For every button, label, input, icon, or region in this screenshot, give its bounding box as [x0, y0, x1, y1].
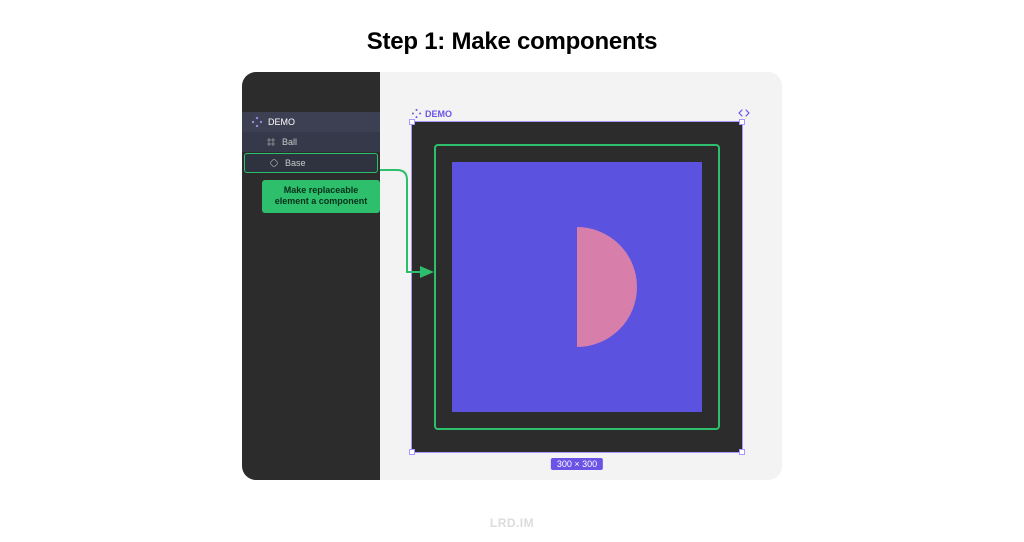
layer-row-ball[interactable]: Ball: [242, 132, 380, 152]
layer-row-demo[interactable]: DEMO: [242, 112, 380, 132]
layer-label: Ball: [282, 137, 297, 147]
frame-label-text: DEMO: [425, 109, 452, 119]
selection-handle[interactable]: [739, 119, 745, 125]
selection-handle[interactable]: [409, 119, 415, 125]
design-canvas[interactable]: DEMO 300 × 300: [380, 72, 782, 480]
frame-icon: [266, 137, 276, 147]
frame-label-bar: DEMO: [412, 108, 750, 120]
selection-handle[interactable]: [409, 449, 415, 455]
layers-sidebar: DEMO Ball Base Make replaceable element …: [242, 72, 380, 480]
selection-handle[interactable]: [739, 449, 745, 455]
component-icon: [412, 109, 421, 120]
layer-row-base[interactable]: Base: [244, 153, 378, 173]
page-title: Step 1: Make components: [0, 28, 1024, 56]
layer-label: DEMO: [268, 117, 295, 127]
frame-label[interactable]: DEMO: [412, 109, 452, 120]
annotation-tooltip: Make replaceable element a component: [262, 180, 380, 213]
layer-label: Base: [285, 158, 306, 168]
dimensions-badge: 300 × 300: [551, 458, 603, 470]
component-icon: [252, 117, 262, 127]
design-app-frame: DEMO Ball Base Make replaceable element …: [242, 72, 782, 480]
watermark: LRD.IM: [0, 516, 1024, 530]
shape-icon: [269, 158, 279, 168]
demo-component-frame[interactable]: 300 × 300: [412, 122, 742, 452]
